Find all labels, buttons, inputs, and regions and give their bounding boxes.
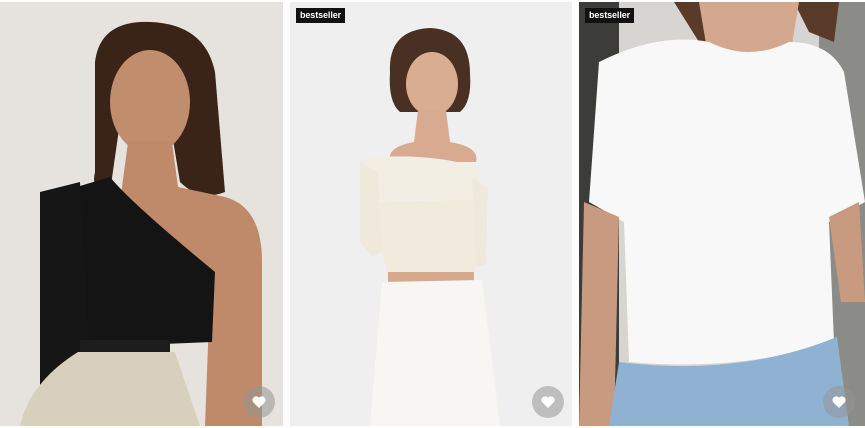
favorite-button[interactable] (823, 386, 855, 418)
bestseller-badge: bestseller (585, 8, 635, 23)
heart-icon (832, 396, 846, 408)
favorite-button[interactable] (532, 386, 564, 418)
favorite-button[interactable] (243, 386, 275, 418)
product-card[interactable]: bestseller (579, 2, 865, 426)
product-card[interactable] (0, 2, 283, 426)
heart-icon (252, 396, 266, 408)
product-image[interactable] (0, 2, 283, 426)
product-image[interactable] (290, 2, 572, 426)
heart-icon (541, 396, 555, 408)
bestseller-badge: bestseller (296, 8, 346, 23)
product-grid: bestseller bestseller (0, 0, 865, 428)
product-card[interactable]: bestseller (290, 2, 572, 426)
product-image[interactable] (579, 2, 865, 426)
